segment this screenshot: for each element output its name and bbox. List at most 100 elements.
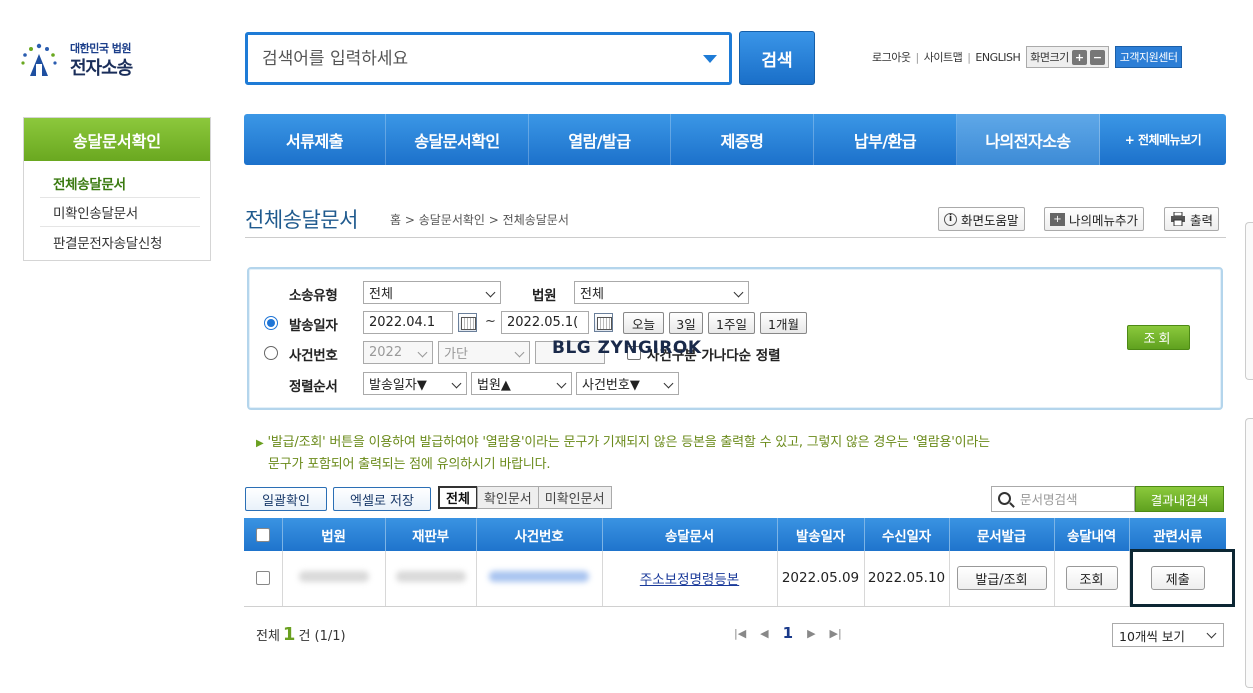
help-button[interactable]: i 화면도움말 — [938, 207, 1025, 231]
logout-link[interactable]: 로그아웃 — [872, 49, 911, 65]
nav-my-ecourt[interactable]: 나의전자소송 — [957, 114, 1100, 165]
issue-view-button[interactable]: 발급/조회 — [956, 566, 1047, 591]
pagination: |◀ ◀ 1 ▶ ▶| — [734, 624, 842, 642]
sitemap-link[interactable]: 사이트맵 — [924, 49, 963, 65]
one-week-button[interactable]: 1주일 — [708, 312, 755, 334]
last-page-icon[interactable]: ▶| — [830, 627, 842, 640]
current-page[interactable]: 1 — [783, 624, 793, 642]
prev-page-icon[interactable]: ◀ — [760, 627, 768, 640]
case-type-label: 소송유형 — [289, 288, 338, 304]
nav-payment[interactable]: 납부/환급 — [814, 114, 957, 165]
document-link[interactable]: 주소보정명령등본 — [640, 572, 739, 588]
next-page-icon[interactable]: ▶ — [807, 627, 815, 640]
order-case-select[interactable]: 사건번호▼ — [576, 372, 679, 395]
nav-certificate[interactable]: 제증명 — [671, 114, 814, 165]
sidebar-item-all-delivery[interactable]: 전체송달문서 — [40, 169, 200, 198]
col-court: 법원 — [282, 518, 386, 551]
select-all-header — [244, 518, 283, 551]
divider: | — [967, 50, 971, 64]
search-button[interactable]: 검색 — [739, 31, 815, 85]
top-links: 로그아웃 | 사이트맵 | ENGLISH 화면크기 + − 고객지원센터 — [872, 46, 1183, 68]
sidebar-title: 송달문서확인 — [24, 118, 210, 161]
case-kind-select[interactable]: 가단 — [438, 341, 530, 364]
tab-unconfirmed[interactable]: 미확인문서 — [537, 486, 612, 509]
issue-cell: 발급/조회 — [949, 551, 1055, 607]
redacted-division — [395, 571, 466, 583]
zoom-in-button[interactable]: + — [1071, 49, 1087, 65]
total-number: 1 — [282, 624, 296, 645]
side-tab[interactable] — [1245, 418, 1253, 688]
notice-line2: 문구가 포함되어 출력되는 점에 유의하시기 바랍니다. — [268, 457, 551, 472]
history-view-button[interactable]: 조회 — [1065, 566, 1118, 591]
tab-all[interactable]: 전체 — [438, 486, 478, 509]
zoom-out-button[interactable]: − — [1089, 49, 1105, 65]
court-logo[interactable]: 대한민국 법원 전자소송 — [18, 38, 148, 82]
divider: | — [915, 50, 919, 64]
case-number-radio[interactable] — [264, 346, 278, 360]
search-input[interactable] — [262, 47, 682, 71]
document-cell: 주소보정명령등본 — [602, 551, 778, 607]
received-date-cell: 2022.05.10 — [864, 551, 950, 607]
doc-search-input[interactable] — [1020, 490, 1130, 509]
side-tab[interactable] — [1245, 222, 1253, 380]
sent-date-cell: 2022.05.09 — [777, 551, 865, 607]
excel-save-button[interactable]: 엑셀로 저장 — [333, 487, 431, 511]
table-header-row: 법원 재판부 사건번호 송달문서 발송일자 수신일자 문서발급 송달내역 관련서… — [244, 518, 1226, 551]
english-link[interactable]: ENGLISH — [975, 51, 1020, 64]
date-to-input[interactable]: 2022.05.1( — [501, 311, 589, 334]
total-suffix: 건 (1/1) — [298, 629, 346, 644]
court-cell — [282, 551, 386, 607]
refine-search-button[interactable]: 결과내검색 — [1135, 486, 1224, 512]
my-menu-label: 나의메뉴추가 — [1069, 212, 1139, 228]
sort-order-label: 정렬순서 — [289, 379, 338, 395]
redacted-case-number[interactable] — [489, 571, 589, 583]
date-separator: ~ — [485, 314, 496, 329]
one-month-button[interactable]: 1개월 — [760, 312, 807, 334]
table-row: 주소보정명령등본 2022.05.09 2022.05.10 발급/조회 조회 … — [244, 551, 1226, 607]
sidebar-item-unread-delivery[interactable]: 미확인송달문서 — [40, 198, 200, 227]
case-type-select[interactable]: 전체 — [363, 281, 501, 304]
col-sent-date: 발송일자 — [777, 518, 865, 551]
nav-submit[interactable]: 서류제출 — [244, 114, 386, 165]
query-button[interactable]: 조회 — [1127, 325, 1190, 350]
doc-search — [991, 486, 1135, 512]
total-count: 전체 1 건 (1/1) — [256, 624, 346, 645]
three-days-button[interactable]: 3일 — [669, 312, 703, 334]
col-received-date: 수신일자 — [864, 518, 950, 551]
print-button[interactable]: 출력 — [1164, 207, 1220, 231]
bulk-confirm-button[interactable]: 일괄확인 — [245, 487, 327, 511]
first-page-icon[interactable]: |◀ — [734, 627, 746, 640]
font-size-label: 화면크기 — [1030, 51, 1069, 64]
col-case-number: 사건번호 — [476, 518, 603, 551]
nav-delivery[interactable]: 송달문서확인 — [386, 114, 529, 165]
col-history: 송달내역 — [1054, 518, 1130, 551]
select-all-checkbox[interactable] — [255, 527, 270, 542]
add-my-menu-button[interactable]: + 나의메뉴추가 — [1044, 207, 1145, 231]
help-label: 화면도움말 — [961, 212, 1019, 228]
order-court-select[interactable]: 법원▲ — [471, 372, 572, 395]
search-icon — [998, 492, 1011, 505]
calendar-icon[interactable] — [594, 313, 613, 332]
court-select[interactable]: 전체 — [574, 281, 749, 304]
nav-view-issue[interactable]: 열람/발급 — [529, 114, 671, 165]
date-radio[interactable] — [264, 316, 278, 330]
bullet-arrow-icon: ▶ — [256, 438, 264, 449]
row-checkbox[interactable] — [255, 571, 270, 586]
case-number-cell — [476, 551, 603, 607]
order-date-select[interactable]: 발송일자▼ — [363, 372, 467, 395]
col-related: 관련서류 — [1129, 518, 1226, 551]
date-from-input[interactable]: 2022.04.1 — [363, 311, 453, 334]
case-number-label: 사건번호 — [289, 348, 338, 364]
sidebar-item-judgment-request[interactable]: 판결문전자송달신청 — [40, 227, 200, 256]
add-menu-icon: + — [1050, 212, 1065, 226]
nav-all-menu[interactable]: + 전체메뉴보기 — [1100, 114, 1226, 165]
helpdesk-button[interactable]: 고객지원센터 — [1114, 46, 1183, 68]
info-icon: i — [944, 212, 957, 226]
search-dropdown-icon[interactable] — [703, 55, 717, 63]
col-issue: 문서발급 — [949, 518, 1055, 551]
case-year-select[interactable]: 2022 — [363, 341, 433, 364]
tab-confirmed[interactable]: 확인문서 — [476, 486, 539, 509]
per-page-select[interactable]: 10개씩 보기 — [1112, 623, 1224, 647]
calendar-icon[interactable] — [458, 313, 477, 332]
today-button[interactable]: 오늘 — [623, 312, 664, 334]
